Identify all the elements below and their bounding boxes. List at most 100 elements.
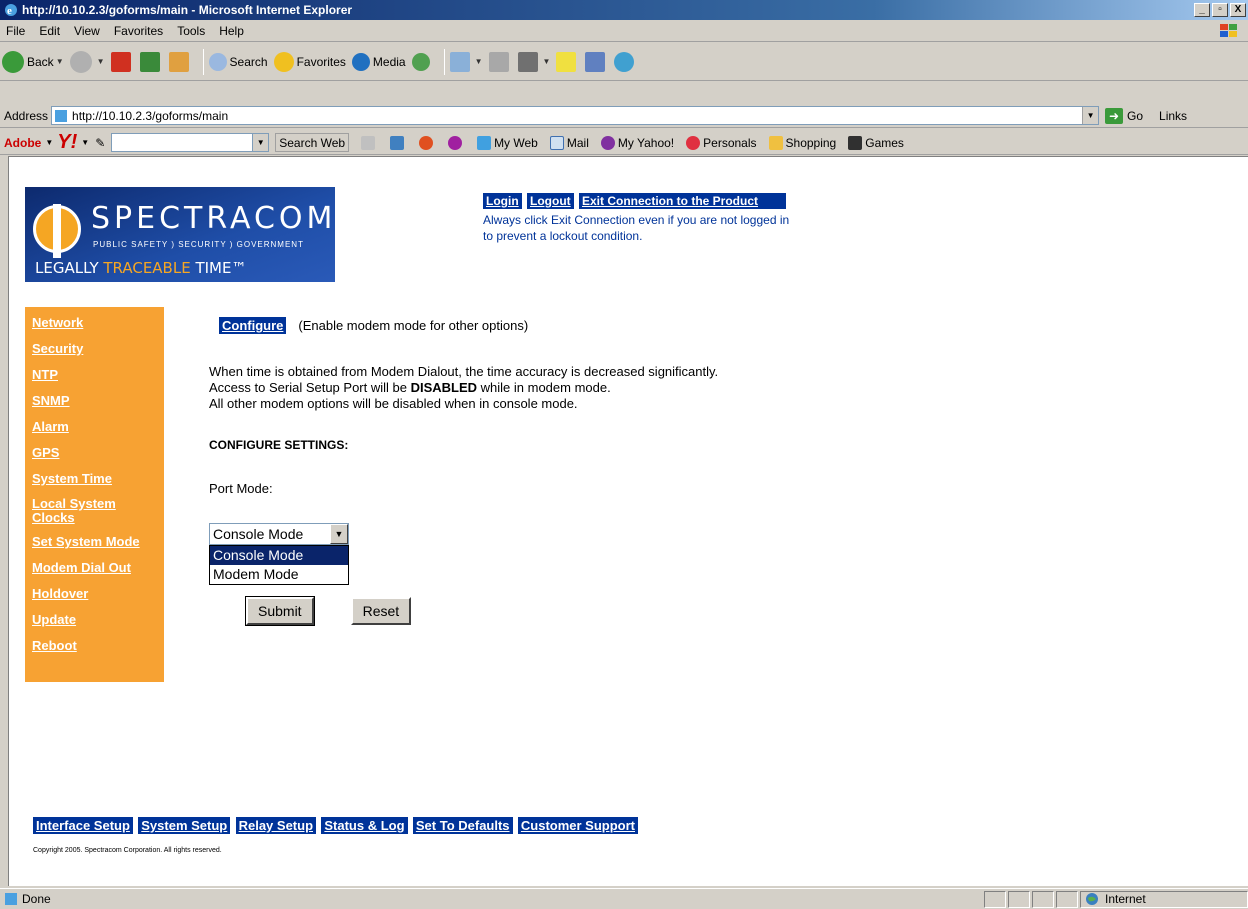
reset-button[interactable]: Reset [350,597,412,625]
my-yahoo-label: My Yahoo! [617,135,675,150]
menu-file[interactable]: File [6,24,25,38]
copyright: Copyright 2005. Spectracom Corporation. … [33,847,222,854]
chevron-down-icon[interactable]: ▼ [330,524,348,544]
links-button[interactable]: Links [1159,109,1187,123]
dropdown-arrow-icon: ▼ [542,57,551,66]
login-link[interactable]: Login [483,193,522,209]
exit-connection-link[interactable]: Exit Connection to the Product [579,193,786,209]
slogan-part-a: LEGALLY [35,259,104,277]
option-modem-mode[interactable]: Modem Mode [210,565,348,584]
bottom-link-set-to-defaults[interactable]: Set To Defaults [412,817,513,834]
games-label: Games [865,135,904,150]
option-console-mode[interactable]: Console Mode [210,546,348,565]
configure-link[interactable]: Configure [219,317,287,334]
info-line-1: When time is obtained from Modem Dialout… [209,364,719,379]
sidebar-item-reboot[interactable]: Reboot [32,638,164,654]
shopping-bag-icon [768,135,783,150]
history-button[interactable] [411,52,433,71]
sidebar-item-gps[interactable]: GPS [32,445,164,461]
sidebar-item-alarm[interactable]: Alarm [32,419,164,435]
notes-icon [556,51,577,72]
research-button[interactable] [585,51,608,72]
home-button[interactable] [168,51,192,72]
menu-favorites[interactable]: Favorites [114,24,163,38]
forward-button[interactable]: ▼ [69,50,105,73]
sidebar-item-update[interactable]: Update [32,612,164,628]
adobe-button[interactable]: Adobe [4,136,41,150]
launchcast-button[interactable] [448,135,465,150]
my-yahoo-button[interactable]: My Yahoo! [600,135,675,150]
antispy-button[interactable] [419,135,436,150]
yahoo-logo-button[interactable]: Y! [57,131,77,154]
menu-help[interactable]: Help [219,24,244,38]
status-cell [1032,890,1054,908]
star-icon [273,51,294,72]
dropdown-arrow-icon[interactable]: ▼ [45,138,53,147]
yahoo-search-input[interactable] [111,133,254,152]
dropdown-arrow-icon[interactable]: ▼ [81,138,89,147]
sidebar-item-local-system-clocks[interactable]: Local System Clocks [32,497,132,525]
port-mode-select[interactable]: Console Mode ▼ [209,523,349,545]
popup-blocker-button[interactable] [390,135,407,150]
address-url: http://10.10.2.3/goforms/main [72,108,229,123]
pencil-icon[interactable]: ✎ [95,136,105,150]
highlight-icon [361,135,376,150]
sidebar-item-set-system-mode[interactable]: Set System Mode [32,534,164,550]
minimize-button[interactable]: _ [1194,3,1210,17]
sidebar-item-modem-dial-out[interactable]: Modem Dial Out [32,560,164,576]
configure-settings-heading: CONFIGURE SETTINGS: [209,438,349,452]
mail-button[interactable]: ▼ [449,51,483,72]
disabled-word: DISABLED [410,380,478,395]
bottom-link-customer-support[interactable]: Customer Support [517,817,639,834]
games-button[interactable]: Games [848,135,904,150]
edit-button[interactable]: ▼ [517,51,551,72]
logout-link[interactable]: Logout [527,193,574,209]
my-web-button[interactable]: My Web [477,135,538,150]
menu-tools[interactable]: Tools [177,24,205,38]
favorites-button[interactable]: Favorites [273,51,346,72]
sidebar-item-security[interactable]: Security [32,341,164,357]
address-input[interactable]: http://10.10.2.3/goforms/main ▼ [51,106,1100,125]
close-button[interactable]: X [1230,3,1246,17]
shopping-button[interactable]: Shopping [768,135,836,150]
sidebar-item-snmp[interactable]: SNMP [32,393,164,409]
exit-note-line-1: Always click Exit Connection even if you… [483,213,790,227]
sidebar-item-system-time[interactable]: System Time [32,471,164,487]
sidebar-item-holdover[interactable]: Holdover [32,586,164,602]
refresh-button[interactable] [139,51,163,72]
stop-icon [110,51,131,72]
home-icon [168,51,189,72]
bottom-link-relay-setup[interactable]: Relay Setup [235,817,317,834]
highlight-button[interactable] [361,135,378,150]
submit-button[interactable]: Submit [245,596,315,626]
globe-icon [1086,893,1098,905]
bottom-link-status-log[interactable]: Status & Log [321,817,408,834]
dropdown-arrow-icon: ▼ [474,57,483,66]
bottom-link-interface-setup[interactable]: Interface Setup [33,817,133,834]
port-mode-selected: Console Mode [213,526,304,542]
refresh-icon [139,51,160,72]
search-web-button[interactable]: Search Web [275,133,350,152]
sidebar-item-ntp[interactable]: NTP [32,367,164,383]
form-buttons: Submit Reset [245,596,718,626]
mail-button[interactable]: Mail [549,135,589,150]
messenger-button[interactable] [614,51,637,72]
discuss-button[interactable] [556,51,579,72]
personals-button[interactable]: Personals [686,135,757,150]
address-dropdown-icon[interactable]: ▼ [1082,107,1099,124]
stop-button[interactable] [110,51,134,72]
menu-edit[interactable]: Edit [39,24,60,38]
menu-view[interactable]: View [74,24,100,38]
yahoo-search-dropdown-icon[interactable]: ▼ [253,133,270,152]
go-button[interactable]: ➜ Go [1105,107,1143,124]
status-done: Done [4,892,984,906]
sidebar-item-network[interactable]: Network [32,315,164,331]
bottom-link-system-setup[interactable]: System Setup [138,817,231,834]
back-button[interactable]: Back ▼ [2,50,64,73]
search-button[interactable]: Search [208,52,268,71]
security-zone: Internet [1080,890,1248,908]
research-icon [585,51,606,72]
maximize-button[interactable]: ▫ [1212,3,1228,17]
media-button[interactable]: Media [351,52,406,71]
print-button[interactable] [488,51,512,72]
